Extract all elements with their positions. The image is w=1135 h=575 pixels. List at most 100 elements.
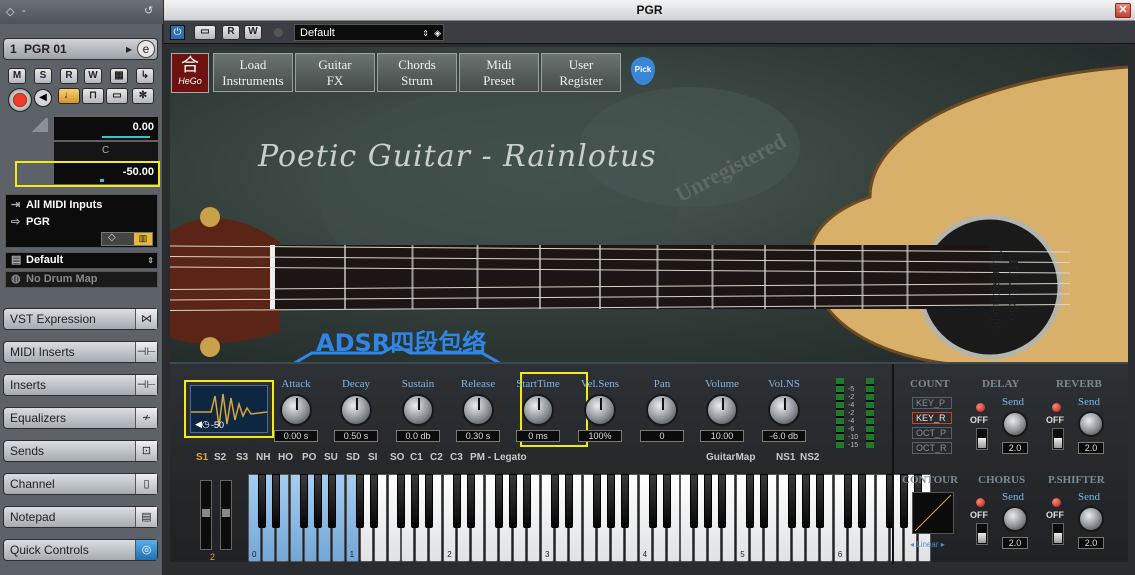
midi-output-select[interactable]: ⇨ PGR [6,214,157,230]
preset-select[interactable]: Default ⇕ ◈ [294,24,444,41]
section-notepad[interactable]: Notepad ▤ [3,506,158,528]
mute-button[interactable]: M [8,68,26,84]
articulation-ho[interactable]: HO [278,452,293,463]
ns1-button[interactable]: NS1 [776,452,795,463]
key-option-key-r[interactable]: KEY_R [912,412,952,424]
black-key[interactable] [802,474,810,528]
tab-load-instruments[interactable]: Load Instruments [213,53,293,92]
tab-midi-preset[interactable]: Midi Preset [459,53,539,92]
close-icon[interactable]: ✕ [1115,3,1131,18]
black-key[interactable] [620,474,629,528]
black-key[interactable] [843,474,852,528]
tab-chords-strum[interactable]: Chords Strum [377,53,457,92]
pshifter-send-knob[interactable] [1078,506,1104,532]
black-key[interactable] [746,474,755,528]
black-key[interactable] [718,474,727,528]
articulation-c1[interactable]: C1 [410,452,423,463]
lane-icon[interactable]: ▭ [106,88,128,104]
knob-sustain[interactable] [402,394,434,426]
knob-volume[interactable] [706,394,738,426]
articulation-su[interactable]: SU [324,452,338,463]
grid-icon[interactable]: ▦ [110,68,128,84]
articulation-nh[interactable]: NH [256,452,270,463]
section-midi-inserts[interactable]: MIDI Inserts ⊣⊢ [3,341,158,363]
articulation-so[interactable]: SO [390,452,404,463]
articulation-si[interactable]: SI [368,452,377,463]
solo-button[interactable]: S [34,68,52,84]
knob-attack[interactable] [280,394,312,426]
record-button[interactable] [8,88,32,112]
pitch-wheel[interactable] [200,480,212,550]
black-key[interactable] [606,474,615,528]
tab-user-register[interactable]: User Register [541,53,621,92]
diamond-small-icon[interactable]: ◇ [108,232,116,243]
knob-release[interactable] [462,394,494,426]
articulation-c2[interactable]: C2 [430,452,443,463]
knob-volns[interactable] [768,394,800,426]
music-note-icon[interactable]: ♩ [58,88,80,104]
delay-switch[interactable] [976,428,988,450]
lock-icon[interactable]: ⊓ [82,88,104,104]
ns2-button[interactable]: NS2 [800,452,819,463]
articulation-sd[interactable]: SD [346,452,360,463]
tab-guitar-fx[interactable]: Guitar FX [295,53,375,92]
settings-icon[interactable]: ✻ [132,88,154,104]
black-key[interactable] [355,474,364,528]
keyboard-icon[interactable]: ▥ [134,233,152,245]
power-icon[interactable]: ⏻ [170,25,185,40]
black-key[interactable] [815,474,824,528]
black-key[interactable] [397,474,406,528]
knob-starttime[interactable] [522,394,554,426]
black-key[interactable] [299,474,308,528]
black-key[interactable] [550,474,559,528]
chorus-switch[interactable] [976,523,988,545]
drum-map-select[interactable]: ◍ No Drum Map [5,271,158,288]
key-option-key-p[interactable]: KEY_P [912,397,952,409]
black-key[interactable] [453,474,462,528]
black-key[interactable] [327,474,336,528]
program-select[interactable]: ▤ Default ⇕ [5,252,158,269]
section-sends[interactable]: Sends ⊡ [3,440,158,462]
section-inserts[interactable]: Inserts ⊣⊢ [3,374,158,396]
knob-decay[interactable] [340,394,372,426]
reverb-switch[interactable] [1052,428,1064,450]
updown-icon[interactable]: ⇕ [147,253,154,268]
black-key[interactable] [411,474,420,528]
black-key[interactable] [788,474,797,528]
black-key[interactable] [523,474,531,528]
mod-wheel[interactable] [220,480,232,550]
track-name-field[interactable]: 1 PGR 01 ▸ e [3,38,158,60]
route-icon[interactable]: ↳ [136,68,154,84]
articulation-s3[interactable]: S3 [236,452,248,463]
monitor-icon[interactable]: ◀ [34,89,52,107]
edit-icon[interactable]: e [137,40,155,58]
black-key[interactable] [271,474,280,528]
pan-display[interactable]: C [54,142,158,161]
key-option-oct-r[interactable]: OCT_R [912,442,952,454]
guitar-map-button[interactable]: GuitarMap [706,452,755,463]
articulation-s1[interactable]: S1 [196,452,208,463]
contour-curve[interactable] [912,492,954,534]
black-key[interactable] [369,474,378,528]
knob-velsens[interactable] [584,394,616,426]
black-key[interactable] [425,474,434,528]
bypass-button[interactable]: ▭ [194,25,216,40]
reverb-send-knob[interactable] [1078,411,1104,437]
black-key[interactable] [495,474,504,528]
articulation-po[interactable]: PO [302,452,316,463]
envelope-display[interactable]: -50 ◀◷ [190,385,268,433]
volume-display[interactable]: 0.00 [54,117,158,140]
black-key[interactable] [509,474,518,528]
black-key[interactable] [313,474,322,528]
read-button[interactable]: R [60,68,78,84]
section-equalizers[interactable]: Equalizers ≁ [3,407,158,429]
black-key[interactable] [648,474,657,528]
midi-input-select[interactable]: ⇥ All MIDI Inputs [6,197,157,213]
section-channel[interactable]: Channel ▯ [3,473,158,495]
key-option-oct-p[interactable]: OCT_P [912,427,952,439]
black-key[interactable] [662,474,671,528]
preset-menu-icon[interactable]: ◈ [434,25,441,42]
read-automation-button[interactable]: R [222,25,240,40]
delay-send-knob[interactable] [1002,411,1028,437]
black-key[interactable] [467,474,476,528]
